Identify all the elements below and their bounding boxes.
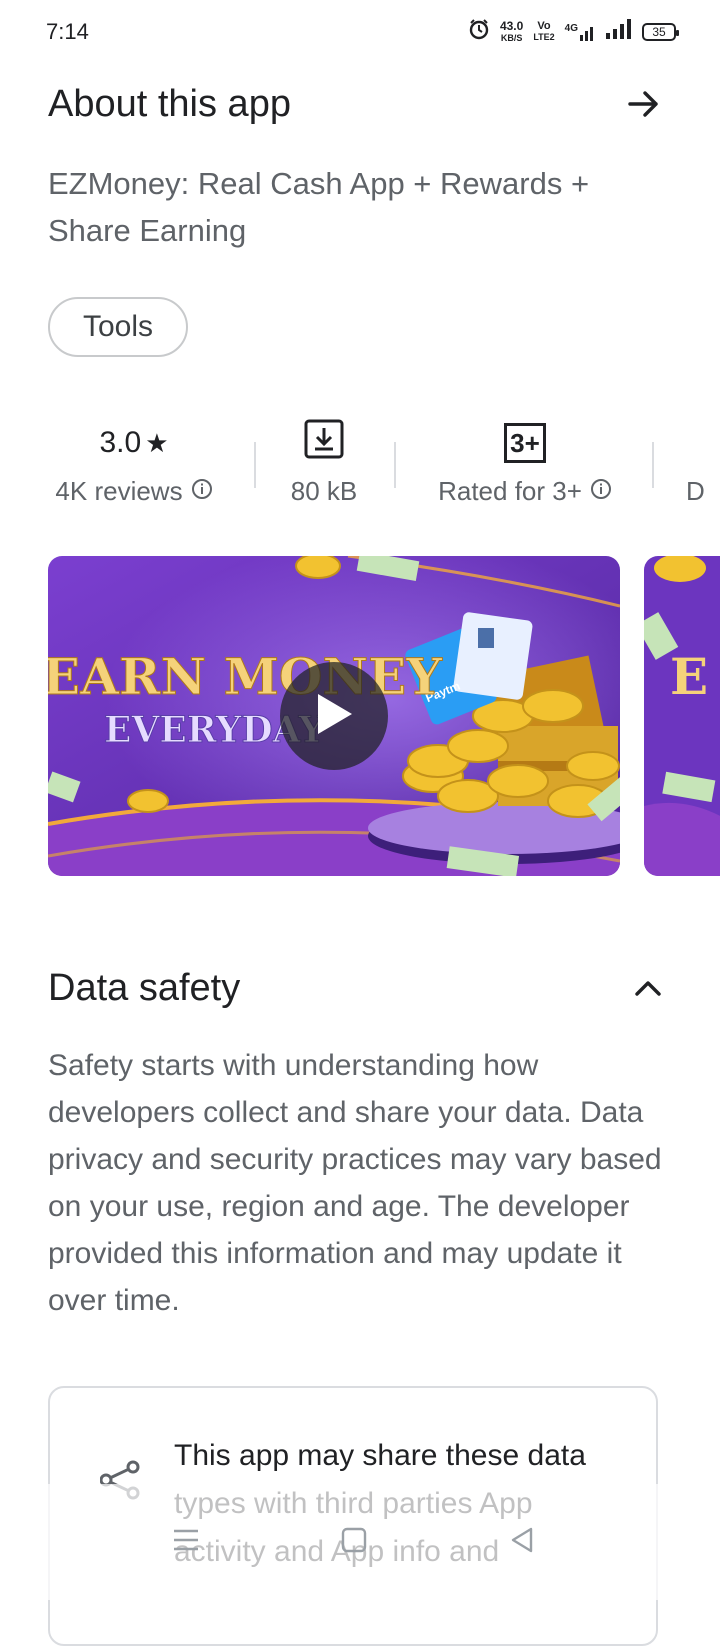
menu-nav-button[interactable]: [166, 1522, 206, 1562]
play-video-button[interactable]: [280, 662, 388, 770]
stat-divider: [254, 442, 256, 488]
home-square-icon: [341, 1527, 367, 1558]
reviews-count: 4K reviews: [55, 476, 183, 506]
chevron-up-icon[interactable]: [628, 968, 668, 1008]
system-navigation-bar: [0, 1484, 720, 1600]
app-size: 80 kB: [290, 476, 358, 506]
content-rating-stat[interactable]: 3+ Rated for 3+: [426, 420, 624, 516]
about-title: About this app: [48, 82, 291, 125]
next-card-headline: E: [670, 647, 708, 706]
app-stats-row: 3.0 ★ 4K reviews 80 kB 3+ Rated for 3+ D: [0, 419, 720, 516]
data-safety-title: Data safety: [48, 966, 241, 1009]
arrow-right-icon[interactable]: [620, 80, 668, 128]
alarm-icon: [468, 18, 490, 46]
next-screenshot-card[interactable]: E: [644, 556, 720, 876]
promo-video-card[interactable]: Paytm EARN MONEY EVERYDAY: [48, 556, 620, 876]
volte-indicator: Vo LTE2: [533, 20, 555, 43]
status-time: 7:14: [46, 19, 89, 44]
data-safety-description: Safety starts with understanding how dev…: [48, 1049, 662, 1317]
menu-icon: [172, 1528, 200, 1557]
rating-value: 3.0: [99, 426, 142, 459]
data-safety-header[interactable]: Data safety: [48, 960, 668, 1016]
signal-icon: [606, 19, 632, 45]
content-rating-label: Rated for 3+: [438, 476, 582, 506]
about-section-header[interactable]: About this app: [48, 76, 668, 132]
play-icon: [314, 692, 354, 741]
stat-divider: [394, 442, 396, 488]
back-triangle-icon: [509, 1527, 535, 1558]
signal-4g-icon: 4G: [565, 23, 596, 41]
info-icon[interactable]: [191, 476, 213, 507]
category-chip[interactable]: Tools: [48, 297, 188, 357]
download-icon: [304, 419, 344, 467]
content-rating-badge: 3+: [504, 423, 546, 463]
back-nav-button[interactable]: [502, 1522, 542, 1562]
info-icon[interactable]: [590, 476, 612, 507]
next-screenshot-image: E: [644, 556, 720, 876]
stat-divider: [652, 442, 654, 488]
screenshot-carousel[interactable]: Paytm EARN MONEY EVERYDAY E: [48, 556, 720, 876]
rating-stat[interactable]: 3.0 ★ 4K reviews: [48, 420, 220, 516]
size-stat: 80 kB: [272, 419, 376, 516]
battery-icon: 35: [642, 23, 679, 41]
next-stat-partial: D: [686, 476, 705, 506]
home-nav-button[interactable]: [334, 1522, 374, 1562]
network-speed: 43.0 KB/S: [499, 19, 524, 43]
status-icons: 43.0 KB/S Vo LTE2 4G 35: [468, 18, 679, 46]
star-icon: ★: [145, 427, 169, 458]
status-bar: 7:14 43.0 KB/S Vo LTE2 4G 35: [0, 0, 720, 64]
app-description: EZMoney: Real Cash App + Rewards + Share…: [48, 166, 590, 248]
